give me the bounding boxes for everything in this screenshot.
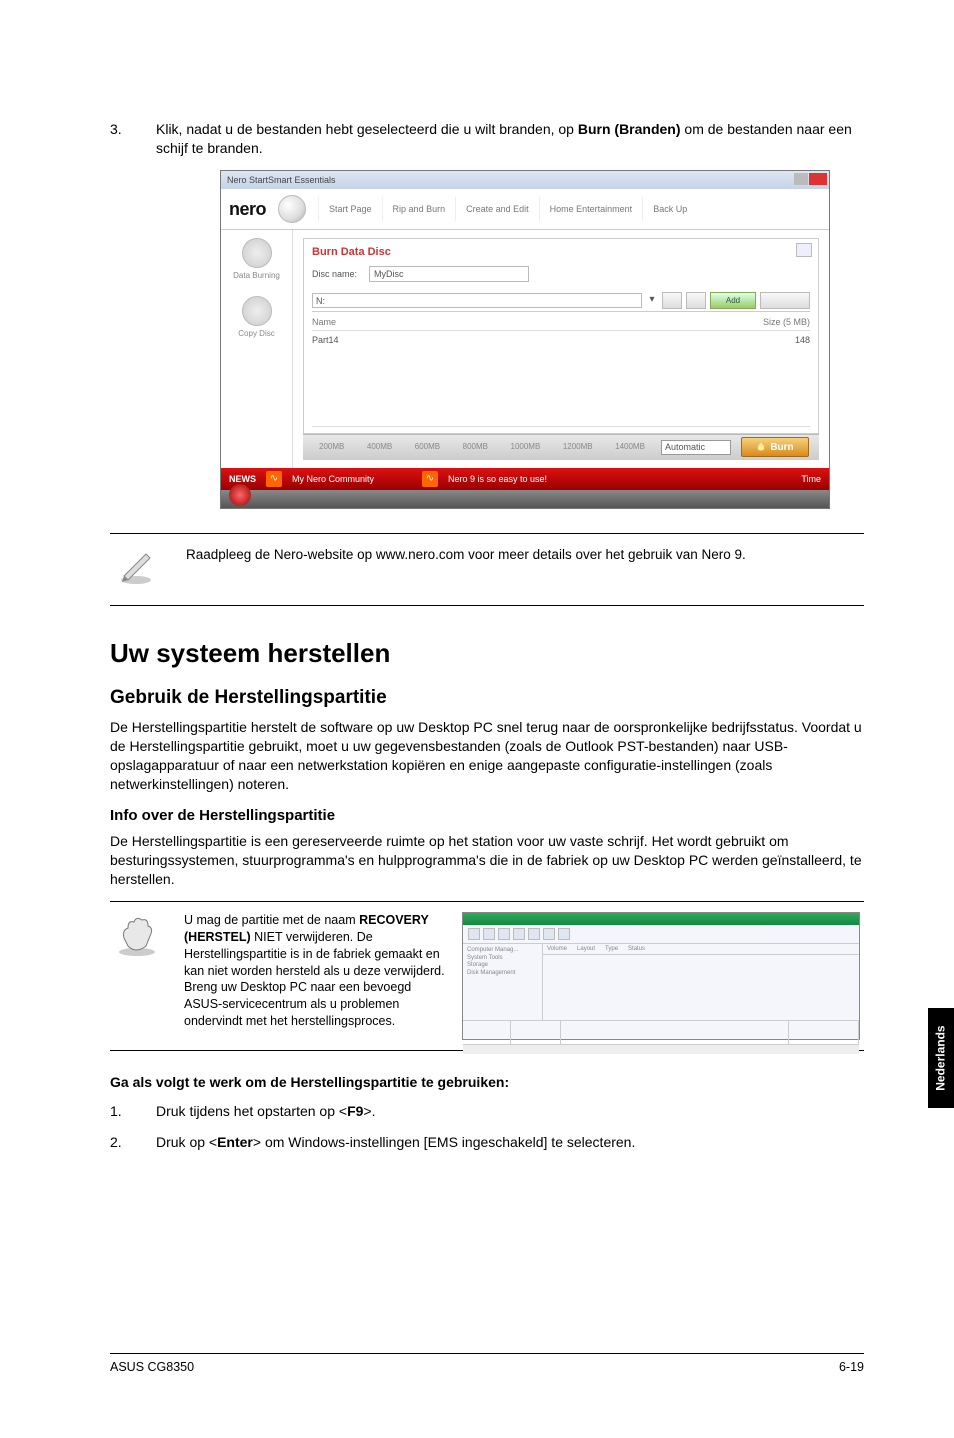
window-controls xyxy=(794,173,827,185)
page-footer: ASUS CG8350 6-19 xyxy=(110,1353,864,1376)
tb-icon[interactable] xyxy=(528,928,540,940)
file-list[interactable]: Part14 148 xyxy=(312,331,810,427)
steps-heading: Ga als volgt te werk om de Herstellingsp… xyxy=(110,1073,864,1092)
rss-icon-2[interactable]: ∿ xyxy=(422,471,438,487)
copy-disc-icon[interactable] xyxy=(242,296,272,326)
path-input[interactable]: N: xyxy=(312,293,642,308)
nero-titlebar: Nero StartSmart Essentials xyxy=(221,171,829,189)
dm-partition[interactable] xyxy=(511,1021,561,1044)
para-recovery-1: De Herstellingspartitie herstelt de soft… xyxy=(110,718,864,794)
remove-icon[interactable] xyxy=(760,292,810,309)
side-item-copy-disc[interactable]: Copy Disc xyxy=(225,329,288,340)
tab-backup[interactable]: Back Up xyxy=(642,197,697,221)
disk-management-screenshot: Computer Manag... System Tools Storage D… xyxy=(462,912,860,1040)
step-3-number: 3. xyxy=(110,120,128,158)
disc-name-label: Disc name: xyxy=(312,268,357,280)
tb-icon[interactable] xyxy=(483,928,495,940)
tb-icon[interactable] xyxy=(513,928,525,940)
dm-status-bar xyxy=(463,1044,859,1054)
dm-disk-layout xyxy=(463,1020,859,1044)
tab-start-page[interactable]: Start Page xyxy=(318,197,382,221)
news-item-1[interactable]: My Nero Community xyxy=(292,473,412,485)
step-2-row: 2. Druk op <Enter> om Windows-instelling… xyxy=(110,1133,864,1152)
list-col-size: Size (5 MB) xyxy=(763,316,810,328)
para-recovery-2: De Herstellingspartitie is een gereserve… xyxy=(110,832,864,889)
nero-logo: nero xyxy=(229,197,266,221)
tab-home-ent[interactable]: Home Entertainment xyxy=(539,197,643,221)
tb-icon[interactable] xyxy=(558,928,570,940)
dm-partition-recovery[interactable] xyxy=(789,1021,859,1044)
tab-create-edit[interactable]: Create and Edit xyxy=(455,197,539,221)
step-1-row: 1. Druk tijdens het opstarten op <F9>. xyxy=(110,1102,864,1121)
tab-rip-burn[interactable]: Rip and Burn xyxy=(382,197,456,221)
nero-top-tabs: Start Page Rip and Burn Create and Edit … xyxy=(318,197,821,221)
heading-info-recovery: Info over de Herstellingspartitie xyxy=(110,806,864,826)
globe-icon[interactable] xyxy=(278,195,306,223)
mode-select[interactable]: Automatic xyxy=(661,440,731,455)
dm-tree[interactable]: Computer Manag... System Tools Storage D… xyxy=(463,944,543,1020)
close-icon[interactable] xyxy=(809,173,827,185)
up-folder-icon[interactable] xyxy=(662,292,682,309)
footer-product: ASUS CG8350 xyxy=(110,1359,194,1376)
tb-icon[interactable] xyxy=(498,928,510,940)
step-3-row: 3. Klik, nadat u de bestanden hebt gesel… xyxy=(110,120,864,158)
recovery-warning-row: U mag de partitie met de naam RECOVERY (… xyxy=(110,901,864,1051)
side-item-data-burning[interactable]: Data Burning xyxy=(225,271,288,282)
dm-disk-label xyxy=(463,1021,511,1044)
capacity-ruler: 200MB 400MB 600MB 800MB 1000MB 1200MB 14… xyxy=(303,434,819,460)
disc-name-input[interactable]: MyDisc xyxy=(369,266,529,282)
note-nero-text: Raadpleeg de Nero-website op www.nero.co… xyxy=(186,546,858,591)
nero-side-nav: Data Burning Copy Disc xyxy=(221,230,293,468)
list-item[interactable]: Part14 xyxy=(312,334,795,346)
dm-volume-list[interactable]: Volume Layout Type Status xyxy=(543,944,859,1020)
list-item-size: 148 xyxy=(795,334,810,346)
list-col-name: Name xyxy=(312,316,763,328)
news-time: Time xyxy=(801,473,821,485)
note-nero-website: Raadpleeg de Nero-website op www.nero.co… xyxy=(110,533,864,606)
tb-icon[interactable] xyxy=(543,928,555,940)
pen-note-icon xyxy=(116,546,164,591)
news-item-2[interactable]: Nero 9 is so easy to use! xyxy=(448,473,791,485)
rss-icon[interactable]: ∿ xyxy=(266,471,282,487)
nero-header: nero Start Page Rip and Burn Create and … xyxy=(221,189,829,230)
add-button[interactable]: Add xyxy=(710,292,756,309)
dm-titlebar xyxy=(463,913,859,925)
nero-footer xyxy=(221,490,829,508)
step-3-text: Klik, nadat u de bestanden hebt geselect… xyxy=(156,120,864,158)
nero-screenshot: Nero StartSmart Essentials nero Start Pa… xyxy=(220,170,830,509)
footer-page-number: 6-19 xyxy=(839,1359,864,1376)
minimize-icon[interactable] xyxy=(794,173,808,185)
heading-recovery-partition: Gebruik de Herstellingspartitie xyxy=(110,685,864,711)
burn-button[interactable]: Burn xyxy=(741,437,809,457)
news-label: NEWS xyxy=(229,473,256,485)
dm-partition[interactable] xyxy=(561,1021,789,1044)
recovery-warning-text: U mag de partitie met de naam RECOVERY (… xyxy=(184,912,446,1030)
panel-toggle-icon[interactable] xyxy=(796,243,812,257)
view-icon[interactable] xyxy=(686,292,706,309)
tb-icon[interactable] xyxy=(468,928,480,940)
news-bar: NEWS ∿ My Nero Community ∿ Nero 9 is so … xyxy=(221,468,829,490)
data-burning-icon[interactable] xyxy=(242,238,272,268)
language-tab[interactable]: Nederlands xyxy=(928,1008,954,1108)
heading-system-restore: Uw systeem herstellen xyxy=(110,636,864,671)
nero-window-title: Nero StartSmart Essentials xyxy=(227,174,336,186)
flame-icon xyxy=(756,442,766,452)
dm-toolbar xyxy=(463,925,859,944)
burn-data-disc-title: Burn Data Disc xyxy=(312,245,810,260)
nero-orb-icon[interactable] xyxy=(229,484,251,506)
hand-warning-icon xyxy=(114,912,168,963)
